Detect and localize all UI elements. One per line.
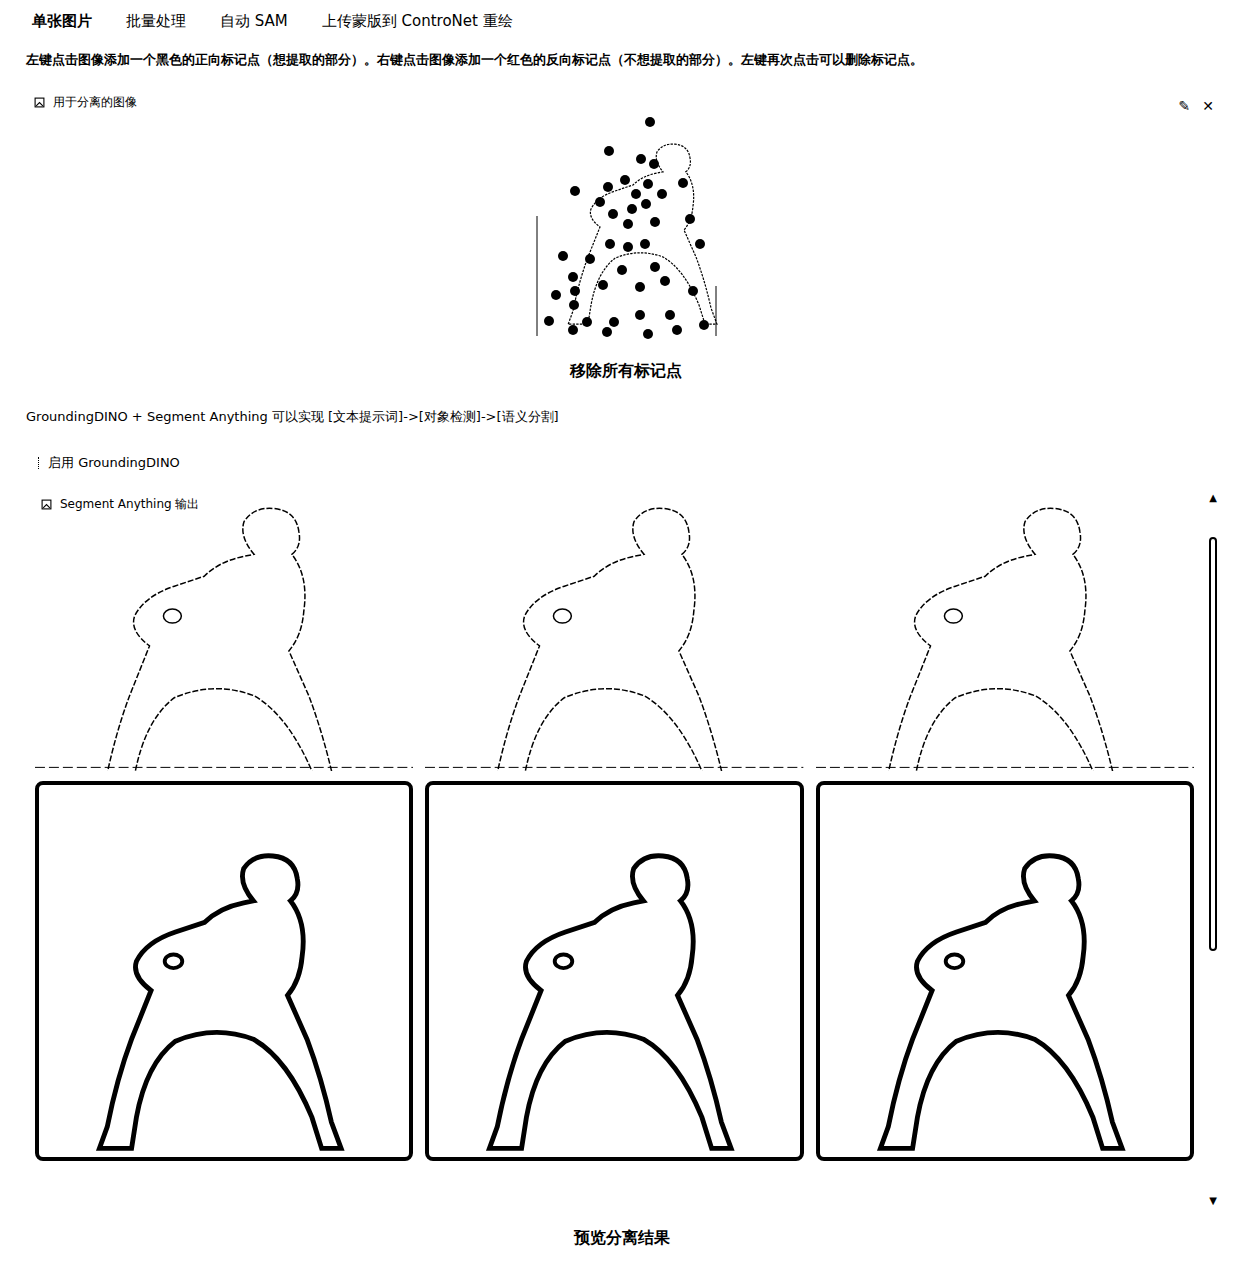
scroll-thumb[interactable]: [1209, 537, 1217, 951]
marker-dot[interactable]: [641, 199, 651, 209]
marker-dot[interactable]: [623, 242, 633, 252]
marker-dot[interactable]: [609, 317, 619, 327]
marker-dot[interactable]: [627, 204, 637, 214]
marker-dot[interactable]: [678, 178, 688, 188]
marker-dot[interactable]: [602, 327, 612, 337]
marker-dot[interactable]: [631, 189, 641, 199]
marker-dot[interactable]: [608, 209, 618, 219]
marker-dot[interactable]: [598, 280, 608, 290]
sam-page: 单张图片批量处理自动 SAM上传蒙版到 ControNet 重绘左键点击图像添加…: [0, 0, 1244, 1267]
marker-dot[interactable]: [672, 325, 682, 335]
tab[interactable]: 自动 SAM: [203, 10, 305, 46]
marker-dot[interactable]: [551, 290, 561, 300]
marker-dot[interactable]: [650, 262, 660, 272]
scroll-up-button[interactable]: ▲: [1209, 492, 1217, 503]
checkbox-icon[interactable]: [38, 457, 42, 469]
tab-bar: 单张图片批量处理自动 SAM上传蒙版到 ControNet 重绘: [0, 0, 1244, 46]
marker-dot[interactable]: [544, 316, 554, 326]
sketch-thumbnail[interactable]: [816, 486, 1194, 771]
marker-dot[interactable]: [640, 239, 650, 249]
mask-thumbnail[interactable]: [425, 781, 803, 1161]
marker-dot[interactable]: [643, 329, 653, 339]
sketch-thumbnail[interactable]: [35, 486, 413, 771]
panel-label: 用于分离的图像: [34, 94, 137, 111]
marker-dot[interactable]: [657, 189, 667, 199]
marker-dot[interactable]: [558, 251, 568, 261]
marker-dot[interactable]: [645, 117, 655, 127]
marker-dot[interactable]: [570, 186, 580, 196]
sketch-thumbnail[interactable]: [425, 486, 803, 771]
edit-button[interactable]: ✎: [1179, 98, 1191, 114]
marker-dot[interactable]: [650, 217, 660, 227]
preview-button[interactable]: 预览分离结果: [562, 1224, 682, 1253]
marker-dot[interactable]: [605, 239, 615, 249]
gallery-label: Segment Anything 输出: [37, 494, 203, 515]
marker-dot[interactable]: [623, 219, 633, 229]
tab[interactable]: 单张图片: [15, 10, 109, 46]
marker-dot[interactable]: [568, 272, 578, 282]
marker-dot[interactable]: [665, 310, 675, 320]
marker-dot[interactable]: [695, 239, 705, 249]
tab[interactable]: 上传蒙版到 ControNet 重绘: [305, 10, 530, 46]
marker-dot[interactable]: [582, 317, 592, 327]
marker-dot[interactable]: [620, 175, 630, 185]
tab[interactable]: 批量处理: [109, 10, 203, 46]
marker-dot[interactable]: [636, 154, 646, 164]
close-button[interactable]: ✕: [1202, 98, 1214, 114]
remove-markers-button[interactable]: 移除所有标记点: [558, 357, 694, 386]
mask-thumbnail[interactable]: [35, 781, 413, 1161]
marker-dot[interactable]: [685, 214, 695, 224]
instructions: 左键点击图像添加一个黑色的正向标记点（想提取的部分）。右键点击图像添加一个红色的…: [0, 46, 1244, 70]
scrollbar[interactable]: ▲▼: [1194, 486, 1224, 1206]
marker-dot[interactable]: [569, 300, 579, 310]
marker-dot[interactable]: [649, 159, 659, 169]
marker-dot[interactable]: [688, 286, 698, 296]
marker-dot[interactable]: [570, 286, 580, 296]
grounding-checkbox[interactable]: 启用 GroundingDINO: [0, 426, 1244, 472]
output-gallery: Segment Anything 输出▲▼: [35, 486, 1224, 1206]
marker-dot[interactable]: [660, 276, 670, 286]
image-icon: [34, 97, 45, 108]
marker-dot[interactable]: [617, 265, 627, 275]
marker-dot[interactable]: [635, 310, 645, 320]
image-icon: [41, 499, 52, 510]
marker-dot[interactable]: [595, 197, 605, 207]
marker-dot[interactable]: [604, 146, 614, 156]
marker-dot[interactable]: [603, 182, 613, 192]
input-image-panel: 用于分离的图像 ✎ ✕ 移除所有标记点: [0, 70, 1244, 394]
mask-thumbnail[interactable]: [816, 781, 1194, 1161]
marker-dot[interactable]: [568, 325, 578, 335]
input-image[interactable]: [535, 116, 718, 339]
marker-dot[interactable]: [643, 179, 653, 189]
marker-dot[interactable]: [635, 282, 645, 292]
marker-dot[interactable]: [585, 254, 595, 264]
marker-dot[interactable]: [699, 320, 709, 330]
scroll-down-button[interactable]: ▼: [1209, 1195, 1217, 1206]
grounding-description: GroundingDINO + Segment Anything 可以实现 [文…: [0, 394, 1244, 426]
